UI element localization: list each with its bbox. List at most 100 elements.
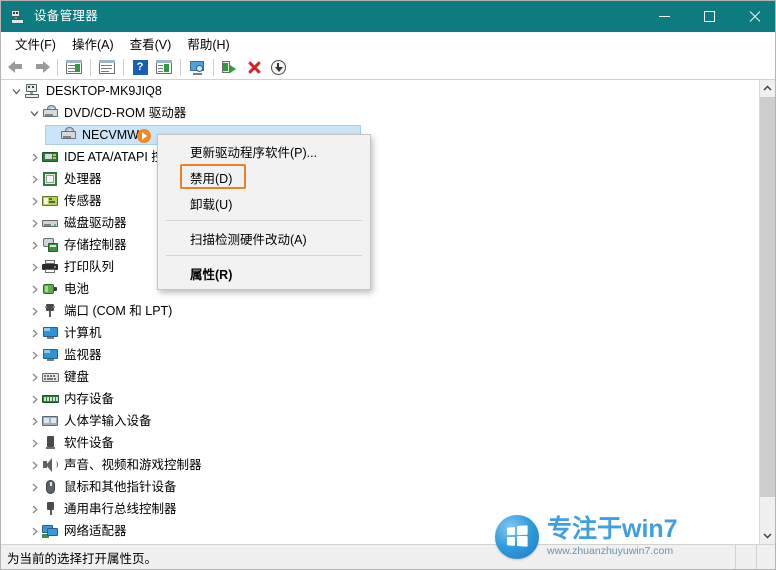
tree-row-computer[interactable]: 计算机: [1, 322, 761, 344]
tree-item-label: 通用串行总线控制器: [64, 502, 177, 516]
toolbar: ?: [1, 55, 775, 80]
chevron-right-icon[interactable]: [27, 476, 42, 498]
chevron-right-icon[interactable]: [27, 432, 42, 454]
chevron-right-icon[interactable]: [27, 168, 42, 190]
forward-arrow-icon: [32, 60, 50, 74]
battery-icon: [42, 281, 59, 297]
toolbar-separator: [90, 58, 91, 76]
tree-row-processors[interactable]: 处理器: [1, 168, 761, 190]
context-menu: 更新驱动程序软件(P)... 禁用(D) 卸载(U) 扫描检测硬件改动(A) 属…: [157, 134, 371, 290]
help-icon: ?: [132, 59, 148, 75]
vertical-scrollbar[interactable]: [759, 80, 775, 544]
scan-hardware-icon: [189, 60, 206, 75]
chevron-right-icon[interactable]: [27, 454, 42, 476]
menu-help[interactable]: 帮助(H): [179, 31, 237, 57]
tree-row-keyboards[interactable]: 键盘: [1, 366, 761, 388]
chevron-right-icon[interactable]: [27, 344, 42, 366]
status-message: 为当前的选择打开属性页。: [7, 551, 158, 566]
chevron-right-icon[interactable]: [27, 322, 42, 344]
chevron-right-icon[interactable]: [27, 300, 42, 322]
mouse-icon: [42, 479, 59, 495]
tree-row-root[interactable]: DESKTOP-MK9JIQ8: [1, 80, 761, 102]
chevron-right-icon[interactable]: [27, 388, 42, 410]
view-list-icon: [156, 60, 172, 74]
chevron-right-icon[interactable]: [27, 366, 42, 388]
tree-item-label: 鼠标和其他指针设备: [64, 480, 177, 494]
chevron-right-icon[interactable]: [27, 146, 42, 168]
ctx-properties[interactable]: 属性(R): [158, 260, 370, 286]
close-button[interactable]: [732, 1, 775, 32]
chevron-right-icon[interactable]: [27, 234, 42, 256]
uninstall-device-button[interactable]: [218, 56, 242, 78]
tree-row-necvmwar[interactable]: NECVMWa: [1, 124, 761, 146]
properties-button[interactable]: [95, 56, 119, 78]
tree-row-sensors[interactable]: 传感器: [1, 190, 761, 212]
tree-row-ide-controller[interactable]: IDE ATA/ATAPI 控制器: [1, 146, 761, 168]
scan-hardware-button[interactable]: [185, 56, 209, 78]
scrollbar-thumb[interactable]: [760, 97, 775, 497]
tree-row-software-devices[interactable]: 软件设备: [1, 432, 761, 454]
maximize-button[interactable]: [687, 1, 732, 32]
tree-item-label: NECVMWa: [82, 128, 146, 142]
chevron-down-icon[interactable]: [9, 80, 24, 102]
hid-icon: [42, 413, 59, 429]
update-driver-button[interactable]: [266, 56, 290, 78]
tree-row-mice[interactable]: 鼠标和其他指针设备: [1, 476, 761, 498]
tree-row-hid[interactable]: 人体学输入设备: [1, 410, 761, 432]
ctx-disable[interactable]: 禁用(D): [158, 164, 370, 190]
tree-row-batteries[interactable]: 电池: [1, 278, 761, 300]
scroll-up-button[interactable]: [760, 80, 775, 97]
software-device-icon: [42, 435, 59, 451]
menu-file[interactable]: 文件(F): [7, 31, 64, 57]
scroll-down-button[interactable]: [760, 527, 775, 544]
view-button[interactable]: [152, 56, 176, 78]
delete-icon: [247, 60, 261, 74]
console-tree-button[interactable]: [62, 56, 86, 78]
menu-action[interactable]: 操作(A): [64, 31, 122, 57]
tree-item-label: 声音、视频和游戏控制器: [64, 458, 202, 472]
tree-row-monitors[interactable]: 监视器: [1, 344, 761, 366]
chevron-right-icon[interactable]: [27, 410, 42, 432]
tree-row-disk-drives[interactable]: 磁盘驱动器: [1, 212, 761, 234]
chevron-right-icon[interactable]: [27, 498, 42, 520]
chevron-right-icon[interactable]: [27, 212, 42, 234]
delete-button[interactable]: [242, 56, 266, 78]
status-bar: 为当前的选择打开属性页。: [1, 544, 775, 569]
ctx-uninstall[interactable]: 卸载(U): [158, 190, 370, 216]
status-resize-grip: [756, 545, 775, 569]
computer-icon: [24, 83, 41, 99]
chevron-right-icon[interactable]: [27, 520, 42, 542]
sensor-icon: [42, 193, 59, 209]
back-arrow-icon: [8, 60, 26, 74]
tree-row-print-queues[interactable]: 打印队列: [1, 256, 761, 278]
tree-item-label: 处理器: [64, 172, 102, 186]
menu-view[interactable]: 查看(V): [122, 31, 180, 57]
tree-item-label: 打印队列: [64, 260, 115, 274]
back-button[interactable]: [5, 56, 29, 78]
status-panel-divider: [735, 545, 756, 569]
tree-row-storage-controllers[interactable]: 存储控制器: [1, 234, 761, 256]
chevron-down-icon: [763, 533, 772, 539]
minimize-button[interactable]: [642, 1, 687, 32]
device-tree[interactable]: DESKTOP-MK9JIQ8 DVD/CD-ROM 驱动器 NECVMWa I…: [1, 80, 761, 544]
tree-row-usb-controllers[interactable]: 通用串行总线控制器: [1, 498, 761, 520]
ctx-scan-hardware[interactable]: 扫描检测硬件改动(A): [158, 225, 370, 251]
ctx-update-driver[interactable]: 更新驱动程序软件(P)...: [158, 138, 370, 164]
tree-root-label: DESKTOP-MK9JIQ8: [46, 84, 162, 98]
network-adapter-icon: [42, 523, 59, 539]
chevron-right-icon[interactable]: [27, 278, 42, 300]
properties-icon: [99, 60, 115, 74]
disc-drive-icon: [60, 127, 77, 143]
chevron-right-icon[interactable]: [27, 256, 42, 278]
chevron-placeholder: [45, 124, 60, 146]
toolbar-separator: [123, 58, 124, 76]
tree-row-sound-video-game[interactable]: 声音、视频和游戏控制器: [1, 454, 761, 476]
tree-row-dvd-cdrom[interactable]: DVD/CD-ROM 驱动器: [1, 102, 761, 124]
forward-button[interactable]: [29, 56, 53, 78]
chevron-down-icon[interactable]: [27, 102, 42, 124]
tree-row-ports[interactable]: 端口 (COM 和 LPT): [1, 300, 761, 322]
tree-row-network-adapters[interactable]: 网络适配器: [1, 520, 761, 542]
tree-row-memory-devices[interactable]: 内存设备: [1, 388, 761, 410]
chevron-right-icon[interactable]: [27, 190, 42, 212]
help-button[interactable]: ?: [128, 56, 152, 78]
